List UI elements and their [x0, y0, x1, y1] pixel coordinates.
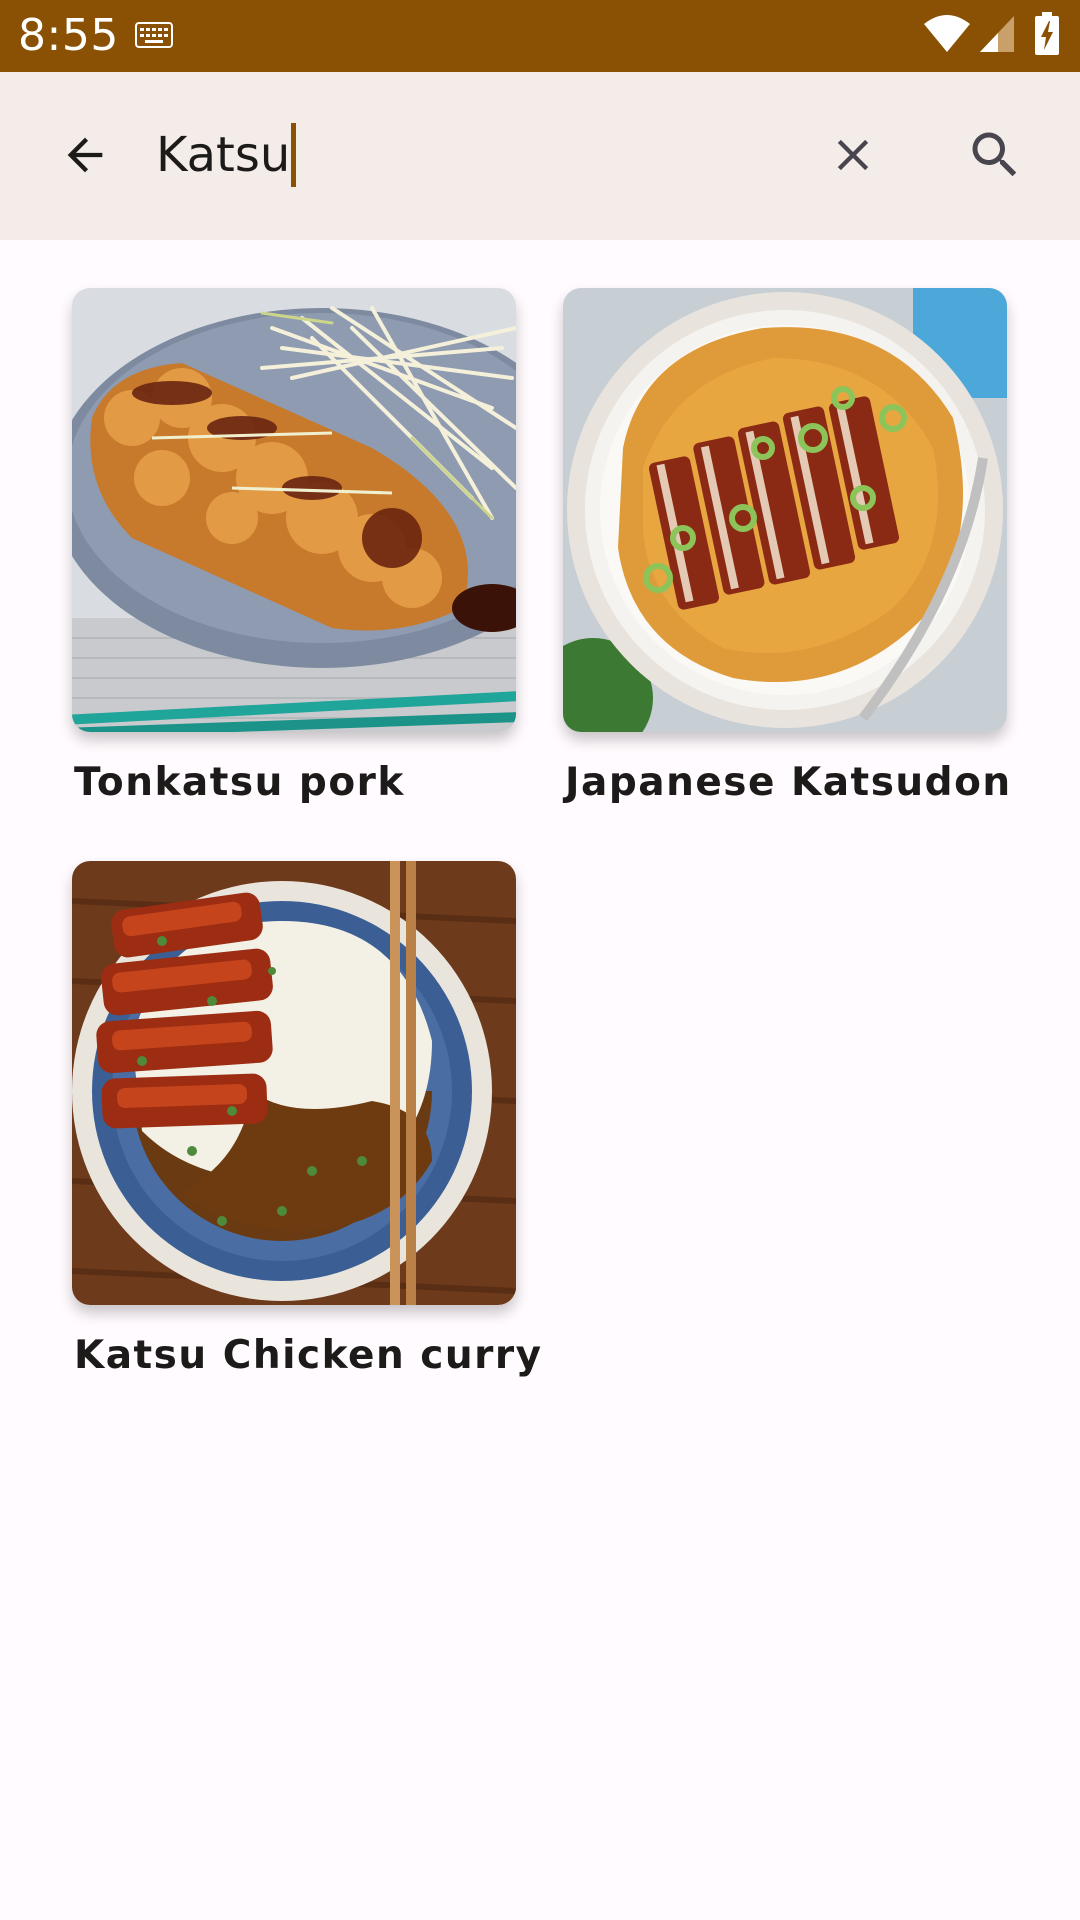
katsu-curry-photo [72, 861, 516, 1305]
recipe-title: Japanese Katsudon [565, 760, 1012, 805]
search-bar: Katsu [0, 72, 1080, 240]
search-query-text: Katsu [156, 127, 291, 183]
recipe-image [72, 288, 516, 732]
search-icon [972, 132, 1017, 177]
katsudon-photo [563, 288, 1007, 732]
clear-search-button[interactable] [810, 112, 896, 198]
wifi-icon [924, 15, 970, 52]
recipe-title: Katsu Chicken curry [74, 1333, 543, 1378]
recipe-image [72, 861, 516, 1305]
text-cursor [291, 123, 297, 187]
recipe-image [563, 288, 1007, 732]
keyboard-icon [135, 22, 173, 48]
battery-charging-icon [1035, 12, 1059, 55]
recipe-card[interactable]: Japanese Katsudon [563, 288, 1012, 805]
status-time: 8:55 [18, 10, 119, 61]
status-bar: 8:55 [0, 0, 1080, 72]
signal-icon [980, 16, 1014, 52]
close-icon [837, 139, 869, 171]
tonkatsu-photo [72, 288, 516, 732]
recipe-title: Tonkatsu pork [74, 760, 405, 805]
search-button[interactable] [952, 112, 1038, 198]
back-button[interactable] [42, 112, 128, 198]
search-input[interactable]: Katsu [156, 112, 297, 198]
recipe-card[interactable]: Katsu Chicken curry [72, 861, 543, 1378]
arrow-back-icon [67, 137, 103, 173]
recipe-card[interactable]: Tonkatsu pork [72, 288, 516, 805]
